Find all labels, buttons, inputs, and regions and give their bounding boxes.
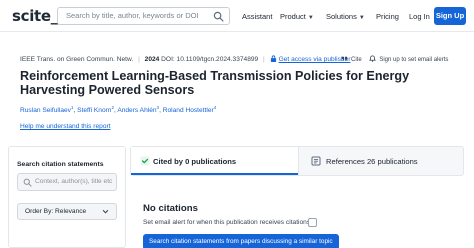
divider: |	[263, 56, 265, 63]
signup-button[interactable]: Sign Up	[434, 7, 466, 25]
panel-heading: Search citation statements	[17, 161, 104, 168]
divider: |	[138, 56, 140, 63]
help-understand-link[interactable]: Help me understand this report	[20, 123, 111, 130]
tab-cited-by-label: Cited by 0 publications	[153, 157, 237, 166]
nav-assistant[interactable]: Assistant	[242, 12, 272, 21]
cite-button[interactable]: Cite	[341, 56, 363, 63]
order-by-value: Order By: Relevance	[25, 208, 87, 215]
paper-actions: Cite Sign up to set email alerts	[341, 55, 448, 63]
author-link[interactable]: Steffi Knorn2	[77, 105, 114, 115]
tab-cited-by[interactable]: Cited by 0 publications	[131, 147, 298, 175]
search-similar-label: Search citation statements from papers d…	[149, 238, 333, 245]
nav-login[interactable]: Log In	[409, 12, 430, 21]
lock-icon	[270, 55, 276, 62]
quote-icon	[341, 56, 348, 61]
top-nav: scite_ Search by title, author, keywords…	[0, 0, 474, 32]
access-link[interactable]: Get access via publisher	[279, 56, 351, 63]
nav-product[interactable]: Product ▼	[280, 12, 314, 21]
context-search-input[interactable]: Context, author(s), title etc	[17, 173, 117, 191]
publication-year: 2024	[144, 56, 160, 63]
context-placeholder: Context, author(s), title etc	[35, 178, 113, 185]
citation-tabs: Cited by 0 publications References 26 pu…	[130, 146, 464, 176]
bell-icon	[369, 55, 377, 62]
citation-search-panel: Search citation statements Context, auth…	[8, 146, 126, 248]
author-list: Ruslan Seifullaev1, Steffi Knorn2, Ander…	[20, 105, 216, 114]
chevron-down-icon	[102, 209, 109, 214]
alert-prompt: Set email alert for when this publicatio…	[143, 219, 314, 226]
references-icon	[311, 156, 321, 166]
chevron-down-icon: ▼	[307, 15, 314, 21]
cite-label: Cite	[351, 57, 362, 63]
tab-references[interactable]: References 26 publications	[298, 147, 464, 175]
journal-name: IEEE Trans. on Green Commun. Netw.	[20, 56, 134, 63]
paper-meta: IEEE Trans. on Green Commun. Netw. | 202…	[20, 55, 350, 63]
author-name: Roland Hostettler	[162, 107, 214, 115]
nav-solutions-label: Solutions	[326, 12, 357, 21]
author-link[interactable]: Anders Ahlén3	[117, 105, 159, 115]
search-placeholder: Search by title, author, keywords or DOI	[66, 11, 199, 20]
email-alert-button[interactable]: Sign up to set email alerts	[369, 55, 449, 63]
search-icon	[23, 178, 32, 187]
author-link[interactable]: Roland Hostettler4	[162, 105, 217, 115]
author-link[interactable]: Ruslan Seifullaev1	[20, 105, 73, 115]
author-name: Steffi Knorn	[77, 107, 112, 115]
search-similar-button[interactable]: Search citation statements from papers d…	[143, 234, 339, 248]
author-affil: 4	[213, 105, 217, 110]
nav-product-label: Product	[280, 12, 306, 21]
order-by-select[interactable]: Order By: Relevance	[17, 203, 117, 220]
email-alert-label: Sign up to set email alerts	[379, 57, 449, 63]
scite-logo[interactable]: scite_	[12, 7, 58, 25]
paper-title: Reinforcement Learning-Based Transmissio…	[20, 69, 410, 97]
no-citations-heading: No citations	[143, 203, 198, 214]
search-icon[interactable]	[213, 11, 224, 22]
nav-solutions[interactable]: Solutions ▼	[326, 12, 365, 21]
author-name: Ruslan Seifullaev	[20, 107, 71, 115]
search-input[interactable]: Search by title, author, keywords or DOI	[57, 7, 230, 25]
chevron-down-icon: ▼	[358, 15, 365, 21]
alert-checkbox[interactable]	[308, 218, 317, 227]
doi[interactable]: DOI: 10.1109/tgcn.2024.3374899	[161, 56, 258, 63]
cited-by-icon	[140, 156, 150, 166]
author-name: Anders Ahlén	[117, 107, 157, 115]
nav-pricing[interactable]: Pricing	[376, 12, 399, 21]
tab-references-label: References 26 publications	[326, 157, 418, 166]
